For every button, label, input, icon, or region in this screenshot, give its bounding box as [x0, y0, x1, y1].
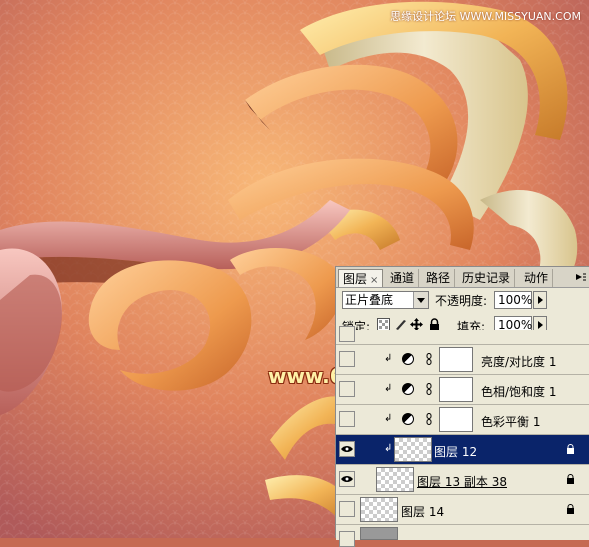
layer-row-selected[interactable]: ↲ 图层 12	[336, 435, 589, 465]
visibility-toggle[interactable]	[339, 351, 355, 367]
layer-thumbnail	[360, 527, 398, 540]
visibility-toggle[interactable]	[339, 381, 355, 397]
blend-opacity-row: 正片叠底 不透明度: 100%	[342, 291, 587, 311]
panel-tabs: 图层 × 通道 路径 历史记录 动作	[336, 267, 589, 288]
clip-arrow-icon: ↲	[384, 383, 393, 394]
link-icon	[426, 353, 432, 365]
layer-thumbnail[interactable]	[394, 437, 432, 462]
adjustment-layer-icon	[402, 413, 414, 425]
tab-history[interactable]: 历史记录	[458, 269, 516, 287]
clip-arrow-icon: ↲	[384, 413, 393, 424]
watermark-top: 思缘设计论坛 WWW.MISSYUAN.COM	[390, 10, 581, 23]
layer-row[interactable]: ↲ 亮度/对比度 1	[336, 345, 589, 375]
layers-panel: 图层 × 通道 路径 历史记录 动作 正片叠底 不透明度: 100% 锁定: 填…	[335, 266, 589, 547]
visibility-toggle[interactable]	[339, 501, 355, 517]
visibility-toggle[interactable]	[339, 531, 355, 547]
layer-row[interactable]: ↲ 色相/饱和度 1	[336, 375, 589, 405]
eye-icon	[341, 446, 353, 452]
tab-actions[interactable]: 动作	[520, 269, 554, 287]
lock-icon	[567, 474, 574, 484]
visibility-toggle[interactable]	[339, 411, 355, 427]
clip-arrow-icon: ↲	[384, 353, 393, 364]
visibility-toggle[interactable]	[339, 326, 355, 342]
layer-list: ↲ 亮度/对比度 1 ↲ 色相/饱和度 1 ↲ 色彩平衡 1 ↲ 图层 12 图…	[336, 326, 589, 547]
layer-row[interactable]: ↲ 色彩平衡 1	[336, 405, 589, 435]
tab-layers[interactable]: 图层 ×	[338, 269, 384, 287]
tab-paths[interactable]: 路径	[422, 269, 456, 287]
blend-mode-select[interactable]: 正片叠底	[342, 291, 429, 309]
blend-mode-value: 正片叠底	[345, 293, 394, 307]
layer-row[interactable]: 图层 14	[336, 495, 589, 525]
layer-name[interactable]: 亮度/对比度 1	[481, 353, 557, 370]
layer-row[interactable]: 图层 13 副本 38	[336, 465, 589, 495]
layer-mask-thumbnail[interactable]	[439, 407, 473, 432]
layer-name[interactable]: 色彩平衡 1	[481, 413, 540, 430]
layer-name[interactable]: 色相/饱和度 1	[481, 383, 557, 400]
opacity-input[interactable]: 100%	[494, 291, 532, 309]
layer-name[interactable]: 图层 14	[401, 503, 444, 520]
link-icon	[426, 383, 432, 395]
lock-icon	[567, 504, 574, 514]
layer-thumbnail[interactable]	[360, 497, 398, 522]
panel-menu-icon[interactable]	[575, 271, 587, 283]
adjustment-layer-icon	[402, 383, 414, 395]
layer-name[interactable]: 图层 12	[434, 443, 477, 460]
layer-mask-thumbnail[interactable]	[439, 377, 473, 402]
layer-mask-thumbnail[interactable]	[439, 347, 473, 372]
close-icon[interactable]: ×	[370, 275, 378, 286]
eye-icon	[341, 476, 353, 482]
clip-arrow-icon: ↲	[384, 443, 393, 454]
adjustment-layer-icon	[402, 353, 414, 365]
visibility-toggle[interactable]	[339, 441, 355, 457]
link-icon	[426, 413, 432, 425]
chevron-down-icon[interactable]	[413, 292, 428, 308]
opacity-slider-button[interactable]	[533, 291, 547, 309]
lock-icon	[567, 444, 574, 454]
layer-row-partial	[336, 326, 589, 345]
tab-channels[interactable]: 通道	[386, 269, 420, 287]
layer-thumbnail[interactable]	[376, 467, 414, 492]
tab-label: 图层	[343, 272, 368, 286]
opacity-label: 不透明度:	[435, 294, 488, 308]
visibility-toggle[interactable]	[339, 471, 355, 487]
layer-name[interactable]: 图层 13 副本 38	[417, 473, 507, 490]
